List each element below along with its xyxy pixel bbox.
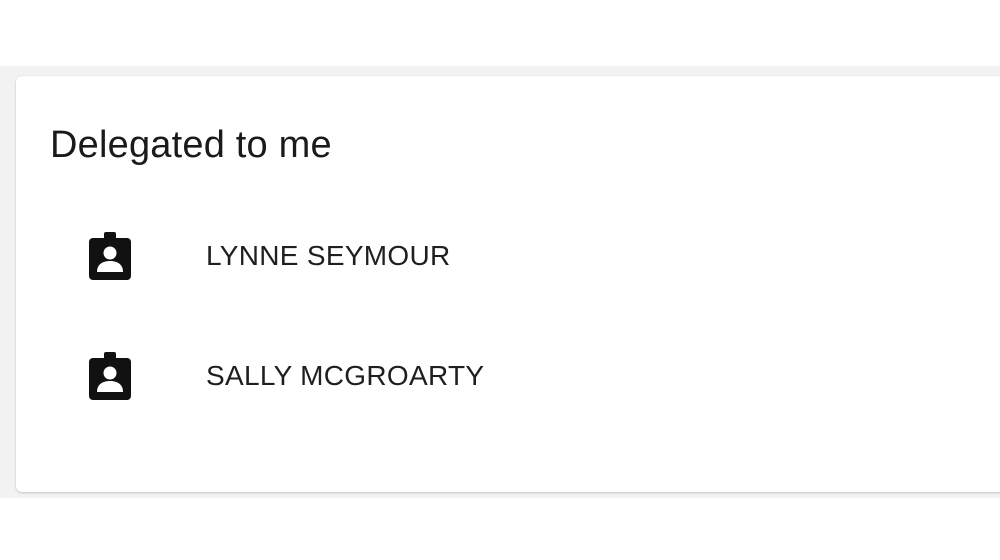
card-title: Delegated to me (50, 124, 332, 166)
list-item-delegate-1[interactable]: LYNNE SEYMOUR (16, 226, 1000, 346)
list-item-delegate-2[interactable]: SALLY MCGROARTY (16, 346, 1000, 466)
delegate-name: LYNNE SEYMOUR (206, 240, 451, 271)
badge-person-icon (88, 352, 132, 400)
delegated-to-me-card: Delegated to me LYNNE SEYMOUR SALLY MCGR… (16, 76, 1000, 492)
page: Delegated to me LYNNE SEYMOUR SALLY MCGR… (0, 0, 1000, 560)
delegate-list: LYNNE SEYMOUR SALLY MCGROARTY (16, 226, 1000, 466)
delegate-name: SALLY MCGROARTY (206, 360, 485, 391)
badge-person-icon (88, 232, 132, 280)
